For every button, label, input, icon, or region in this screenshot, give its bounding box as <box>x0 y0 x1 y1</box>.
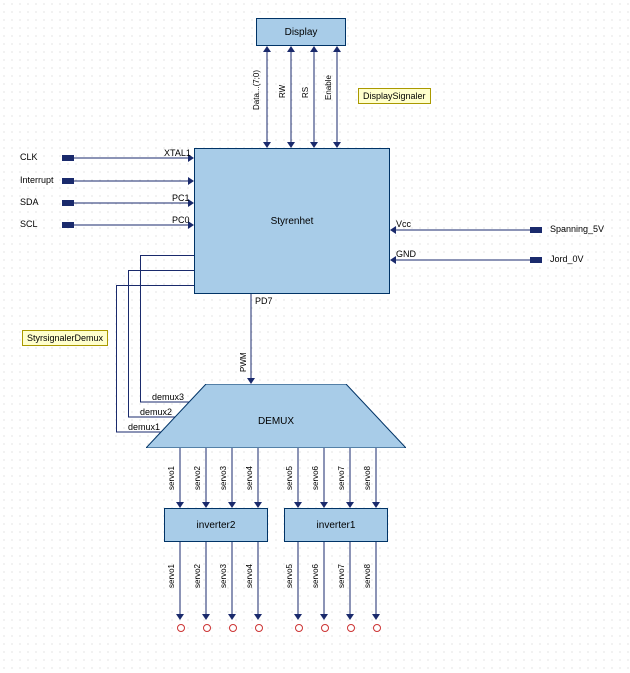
pwm-label: PWM <box>239 346 248 372</box>
sda-label: SDA <box>20 197 39 207</box>
clk-pin <box>62 155 74 161</box>
inv-servo8-label: servo8 <box>363 556 372 588</box>
demux-servo1-arrow <box>176 448 184 508</box>
display-enable-arrow <box>333 46 341 148</box>
scl-label: SCL <box>20 219 38 229</box>
demux-servo7-arrow <box>346 448 354 508</box>
inverter1-block: inverter1 <box>284 508 388 542</box>
xtal1-label: XTAL1 <box>164 148 191 158</box>
inv-servo2-arrow <box>202 542 210 620</box>
scl-pin <box>62 222 74 228</box>
demux-servo8-label: servo8 <box>363 458 372 490</box>
pwm-arrow <box>247 294 255 384</box>
interrupt-pin <box>62 178 74 184</box>
gnd-label: GND <box>396 249 416 259</box>
inverter2-label: inverter2 <box>197 520 236 531</box>
display-rw-label: RW <box>278 78 287 98</box>
demux-servo5-arrow <box>294 448 302 508</box>
demux3-wire-a <box>140 255 194 256</box>
display-rw-arrow <box>287 46 295 148</box>
sda-pin <box>62 200 74 206</box>
spanning-label: Spanning_5V <box>550 224 604 234</box>
inv-servo1-arrow <box>176 542 184 620</box>
demux1-wire-a <box>116 285 194 286</box>
demux-servo2-label: servo2 <box>193 458 202 490</box>
demux-servo8-arrow <box>372 448 380 508</box>
demux2-wire-a <box>128 270 194 271</box>
inv-servo4-arrow <box>254 542 262 620</box>
jord-pin <box>530 257 542 263</box>
out-servo2 <box>203 624 211 632</box>
out-servo5 <box>295 624 303 632</box>
demux-servo3-arrow <box>228 448 236 508</box>
demux-servo5-label: servo5 <box>285 458 294 490</box>
demux-block: DEMUX <box>146 384 406 448</box>
inverter1-label: inverter1 <box>317 520 356 531</box>
display-data-arrow <box>263 46 271 148</box>
demux2-wire-b <box>128 270 129 417</box>
demux-servo1-label: servo1 <box>167 458 176 490</box>
demux-servo6-label: servo6 <box>311 458 320 490</box>
pd7-label: PD7 <box>255 296 273 306</box>
styrenhet-label: Styrenhet <box>271 216 314 227</box>
display-data-label: Data...(7;0) <box>252 60 261 110</box>
spanning-pin <box>530 227 542 233</box>
out-servo1 <box>177 624 185 632</box>
out-servo7 <box>347 624 355 632</box>
inv-servo5-arrow <box>294 542 302 620</box>
inv-servo3-arrow <box>228 542 236 620</box>
note-styrsignaler-demux: StyrsignalerDemux <box>22 330 108 346</box>
inv-servo7-label: servo7 <box>337 556 346 588</box>
pc1-label: PC1 <box>172 193 190 203</box>
display-enable-label: Enable <box>324 66 333 100</box>
display-rs-arrow <box>310 46 318 148</box>
vcc-label: Vcc <box>396 219 411 229</box>
out-servo3 <box>229 624 237 632</box>
display-rs-label: RS <box>301 78 310 98</box>
inv-servo4-label: servo4 <box>245 556 254 588</box>
styrenhet-block: Styrenhet <box>194 148 390 294</box>
demux-servo6-arrow <box>320 448 328 508</box>
demux-servo4-arrow <box>254 448 262 508</box>
inv-servo5-label: servo5 <box>285 556 294 588</box>
inv-servo7-arrow <box>346 542 354 620</box>
pc0-label: PC0 <box>172 215 190 225</box>
display-label: Display <box>285 27 318 38</box>
svg-text:DEMUX: DEMUX <box>258 416 294 427</box>
interrupt-label: Interrupt <box>20 175 54 185</box>
inv-servo8-arrow <box>372 542 380 620</box>
demux-servo3-label: servo3 <box>219 458 228 490</box>
out-servo6 <box>321 624 329 632</box>
out-servo8 <box>373 624 381 632</box>
demux-servo7-label: servo7 <box>337 458 346 490</box>
inv-servo3-label: servo3 <box>219 556 228 588</box>
inv-servo6-arrow <box>320 542 328 620</box>
demux3-wire-b <box>140 255 141 402</box>
inv-servo1-label: servo1 <box>167 556 176 588</box>
display-block: Display <box>256 18 346 46</box>
clk-label: CLK <box>20 152 38 162</box>
inverter2-block: inverter2 <box>164 508 268 542</box>
note-display-signaler: DisplaySignaler <box>358 88 431 104</box>
jord-label: Jord_0V <box>550 254 584 264</box>
demux1-wire-b <box>116 285 117 432</box>
out-servo4 <box>255 624 263 632</box>
interrupt-wire <box>74 177 194 185</box>
inv-servo2-label: servo2 <box>193 556 202 588</box>
demux-servo4-label: servo4 <box>245 458 254 490</box>
demux-servo2-arrow <box>202 448 210 508</box>
inv-servo6-label: servo6 <box>311 556 320 588</box>
